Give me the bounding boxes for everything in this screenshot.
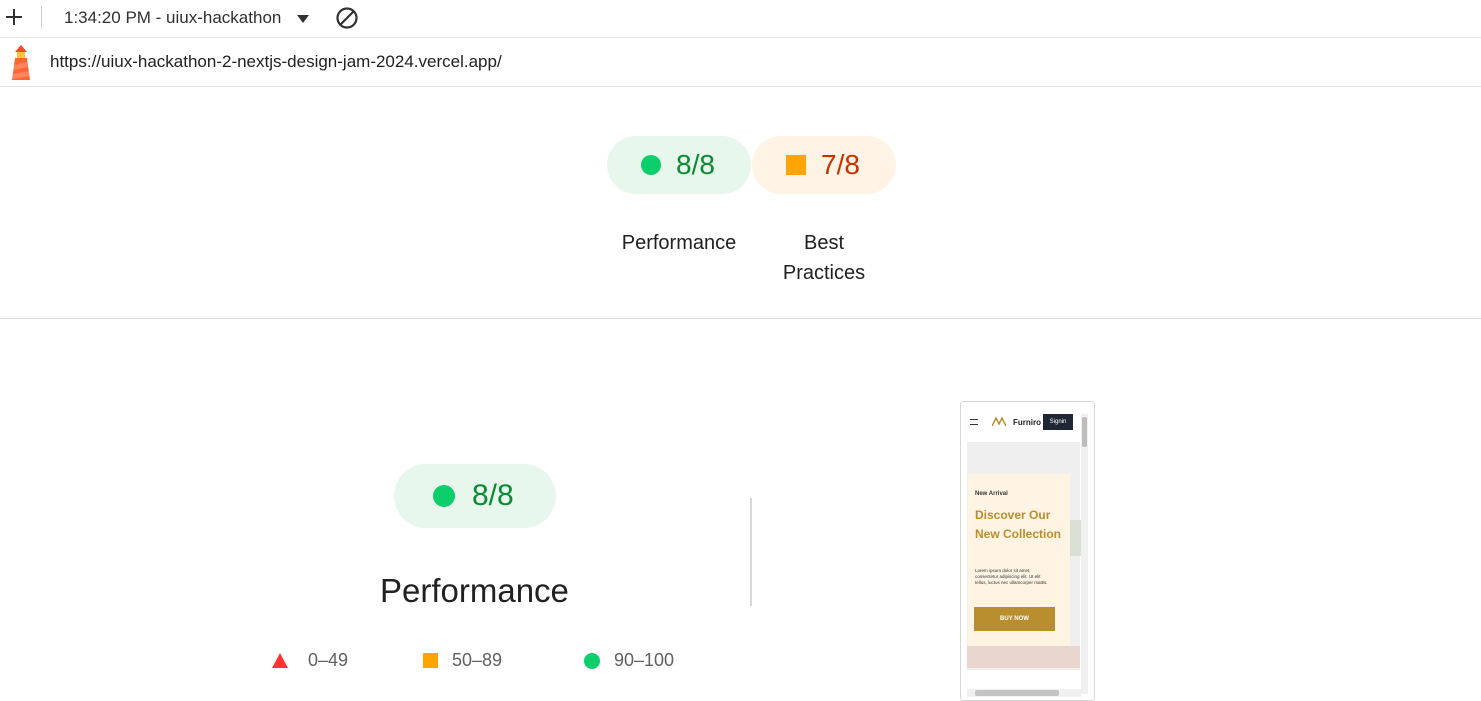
gauge-label-line: Best [803, 232, 845, 254]
toolbar-divider [41, 6, 42, 28]
performance-title: Performance [380, 572, 569, 609]
report-select[interactable]: 1:34:20 PM - uiux-hackathon [64, 8, 310, 28]
gauge-best-practices[interactable]: 7/8 [752, 136, 896, 194]
legend-range: 90–100 [614, 650, 675, 670]
pass-circle-icon [641, 155, 661, 175]
performance-score-gauge: 8/8 [394, 464, 556, 528]
block-icon[interactable] [335, 6, 359, 30]
page-url[interactable]: https://uiux-hackathon-2-nextjs-design-j… [50, 52, 502, 72]
caret-down-icon [297, 15, 310, 23]
pass-circle-icon [584, 652, 600, 669]
plant-image [1069, 520, 1081, 556]
legend-average: 50–89 [423, 650, 502, 671]
url-bar: https://uiux-hackathon-2-nextjs-design-j… [0, 39, 1481, 87]
performance-score: 8/8 [472, 479, 514, 512]
hero-body: Lorem ipsum dolor sit amet, consectetur … [975, 568, 1048, 585]
report-title: 1:34:20 PM - uiux-hackathon [64, 8, 282, 27]
average-square-icon [423, 653, 438, 668]
legend-range: 50–89 [452, 650, 503, 670]
page-screenshot-thumbnail[interactable]: Furniro Signin New Arrival Discover Our … [960, 401, 1095, 701]
floor-image [967, 646, 1080, 668]
gauge-score: 7/8 [821, 149, 860, 180]
gauge-label-performance[interactable]: Performance [607, 228, 751, 258]
lighthouse-icon [12, 45, 30, 80]
fail-triangle-icon [272, 653, 288, 668]
pass-circle-icon [433, 485, 455, 507]
gauge-performance[interactable]: 8/8 [607, 136, 751, 194]
hero-headline: Discover Our New Collection [975, 508, 1062, 541]
brand-logo-icon [992, 416, 1006, 426]
vertical-divider [750, 498, 752, 606]
buy-now-button: BUY NOW [974, 607, 1055, 631]
legend-range: 0–49 [308, 650, 349, 670]
section-divider [0, 318, 1481, 319]
brand-name: Furniro [1013, 418, 1041, 427]
legend-fail: 0–49 [272, 650, 348, 671]
h-scrollbar-thumb [975, 690, 1059, 696]
gauge-label-best-practices[interactable]: Best Practices [752, 228, 896, 288]
new-arrival-label: New Arrival [975, 491, 1008, 497]
legend-pass: 90–100 [584, 650, 674, 671]
report-toolbar: 1:34:20 PM - uiux-hackathon [0, 0, 1481, 38]
signin-button: Signin [1043, 414, 1073, 430]
plus-icon[interactable] [4, 7, 24, 27]
gauge-label-line: Practices [782, 262, 866, 284]
scrollbar-track [1081, 414, 1088, 694]
menu-icon [970, 419, 978, 425]
scrollbar-thumb [1082, 417, 1087, 447]
gauge-label: Performance [621, 232, 737, 254]
gauge-score: 8/8 [676, 149, 715, 180]
average-square-icon [786, 155, 806, 175]
